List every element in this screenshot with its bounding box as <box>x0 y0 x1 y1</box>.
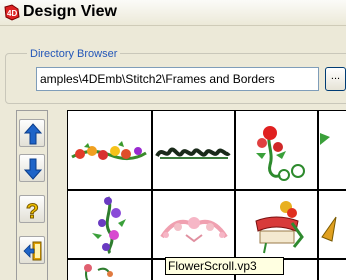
browse-button[interactable]: ... <box>325 67 346 91</box>
move-down-icon <box>23 158 43 180</box>
title-bar: 4D Design View <box>0 0 346 26</box>
text-border-design[interactable] <box>154 141 232 165</box>
pink-scroll-design[interactable] <box>158 211 230 245</box>
flower-vine-design[interactable] <box>240 123 312 183</box>
exit-button[interactable] <box>19 236 45 264</box>
help-button[interactable]: ? <box>19 195 45 223</box>
side-toolbar: ? <box>16 110 48 280</box>
partial-design-right[interactable] <box>320 207 346 255</box>
design-grid <box>67 110 346 280</box>
fruit-border-design[interactable] <box>70 139 148 165</box>
exit-icon <box>23 241 42 261</box>
window-title: Design View <box>23 3 117 20</box>
move-up-button[interactable] <box>19 119 45 147</box>
move-up-icon <box>23 123 43 145</box>
filename-tooltip: FlowerScroll.vp3 <box>165 257 284 275</box>
grid-divider <box>151 111 153 280</box>
4d-app-icon: 4D <box>4 4 20 21</box>
ribbon-banner-design[interactable] <box>246 197 310 257</box>
grid-divider <box>317 111 319 280</box>
svg-text:4D: 4D <box>7 9 17 18</box>
move-down-button[interactable] <box>19 154 45 182</box>
partial-design-right[interactable] <box>320 123 346 183</box>
grid-divider <box>234 111 236 280</box>
directory-browser-label: Directory Browser <box>27 49 121 60</box>
grid-divider <box>68 189 346 191</box>
directory-path-field[interactable]: amples\4DEmb\Stitch2\Frames and Borders <box>36 67 319 91</box>
flower-garland-design[interactable] <box>88 195 138 255</box>
help-icon: ? <box>26 200 40 222</box>
svg-text:?: ? <box>26 200 39 221</box>
tulip-design[interactable] <box>76 262 116 280</box>
